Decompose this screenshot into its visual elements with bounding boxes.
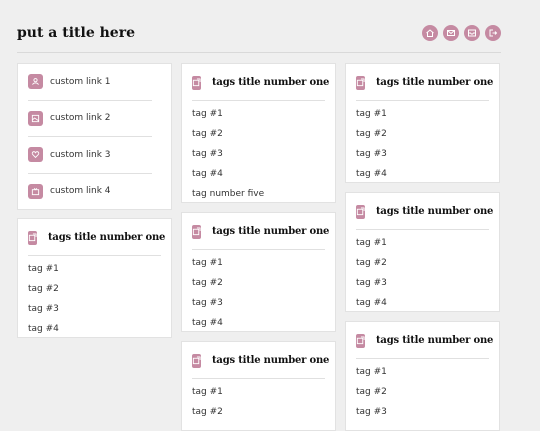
tags-title: tags title number one — [376, 335, 494, 346]
tag-item[interactable]: tag #2 — [192, 124, 325, 144]
custom-link-label: custom link 1 — [50, 76, 111, 87]
tag-item[interactable]: tag #3 — [28, 299, 161, 319]
tv-icon — [28, 183, 43, 199]
tag-item[interactable]: tag #1 — [356, 104, 489, 124]
custom-link-label: custom link 3 — [50, 149, 111, 160]
tags-title: tags title number one — [376, 206, 494, 217]
tag-list: tag #1 tag #2 tag #3 tag #4 — [356, 230, 489, 313]
tag-item[interactable]: tag #4 — [192, 313, 325, 333]
tag-item[interactable]: tag #2 — [356, 124, 489, 144]
tags-card-header: tags title number one — [356, 323, 493, 359]
tags-card-header: tags title number one — [356, 65, 493, 101]
page-header: put a title here — [17, 22, 501, 53]
tag-icon — [192, 75, 201, 90]
tags-card-header: tags title number one — [356, 194, 493, 230]
tag-icon — [356, 75, 365, 90]
logout-icon[interactable] — [485, 25, 501, 41]
header-icon-group — [422, 25, 501, 41]
tag-list: tag #1 tag #2 tag #3 tag #4 — [28, 256, 161, 339]
tags-card: tags title number one tag #1 tag #2 tag … — [345, 63, 500, 183]
tag-icon — [356, 333, 365, 348]
tag-item[interactable]: tag #1 — [356, 362, 489, 382]
tags-card-header: tags title number one — [192, 65, 329, 101]
tag-item[interactable]: tag #2 — [192, 273, 325, 293]
custom-link-label: custom link 2 — [50, 113, 111, 124]
tags-card: tags title number one tag #1 tag #2 tag … — [345, 192, 500, 312]
custom-link-3[interactable]: custom link 3 — [28, 137, 152, 174]
tag-item[interactable]: tag #4 — [356, 164, 489, 184]
tag-item[interactable]: tag #3 — [192, 144, 325, 164]
tag-item[interactable]: tag #2 — [356, 382, 489, 402]
tag-item[interactable]: tag #1 — [192, 253, 325, 273]
tags-card-header: tags title number one — [192, 343, 329, 379]
tag-item[interactable]: tag #3 — [356, 144, 489, 164]
custom-link-4[interactable]: custom link 4 — [28, 174, 152, 210]
tag-list: tag #1 tag #2 tag #3 tag #4 tag number f… — [192, 101, 325, 204]
tag-list: tag #1 tag #2 tag #3 tag #4 — [356, 101, 489, 184]
tag-list: tag #1 tag #2 tag #3 — [356, 359, 489, 422]
tags-title: tags title number one — [212, 355, 330, 366]
tags-title: tags title number one — [212, 226, 330, 237]
heart-icon — [28, 147, 43, 163]
tag-item[interactable]: tag #3 — [356, 402, 489, 422]
tag-item[interactable]: tag #4 — [356, 293, 489, 313]
tag-item[interactable]: tag #1 — [192, 104, 325, 124]
page-title: put a title here — [17, 25, 135, 41]
tag-item[interactable]: tag #1 — [192, 382, 325, 402]
inbox-icon[interactable] — [464, 25, 480, 41]
custom-link-2[interactable]: custom link 2 — [28, 101, 152, 137]
tag-icon — [356, 204, 365, 219]
tags-card: tags title number one tag #1 tag #2 tag … — [17, 218, 172, 338]
custom-link-label: custom link 4 — [50, 186, 111, 197]
tags-card-header: tags title number one — [192, 214, 329, 250]
tags-card: tags title number one tag #1 tag #2 tag … — [345, 321, 500, 431]
custom-link-1[interactable]: custom link 1 — [28, 64, 152, 101]
tag-item[interactable]: tag #2 — [28, 279, 161, 299]
tag-item[interactable]: tag number five — [192, 184, 325, 204]
tags-title: tags title number one — [212, 77, 330, 88]
tag-list: tag #1 tag #2 tag #3 tag #4 — [192, 250, 325, 333]
tags-card: tags title number one tag #1 tag #2 tag … — [181, 212, 336, 332]
tag-item[interactable]: tag #4 — [192, 164, 325, 184]
tags-title: tags title number one — [376, 77, 494, 88]
image-icon — [28, 110, 43, 126]
tags-card-header: tags title number one — [28, 220, 165, 256]
tag-item[interactable]: tag #1 — [28, 259, 161, 279]
tags-card: tags title number one tag #1 tag #2 tag … — [181, 63, 336, 203]
tag-item[interactable]: tag #2 — [192, 402, 325, 422]
tag-icon — [28, 230, 37, 245]
mail-icon[interactable] — [443, 25, 459, 41]
tag-item[interactable]: tag #3 — [356, 273, 489, 293]
tags-title: tags title number one — [48, 232, 166, 243]
tag-item[interactable]: tag #2 — [356, 253, 489, 273]
user-icon — [28, 74, 43, 90]
tag-icon — [192, 353, 201, 368]
tag-item[interactable]: tag #1 — [356, 233, 489, 253]
tag-item[interactable]: tag #3 — [192, 293, 325, 313]
tag-item[interactable]: tag #4 — [28, 319, 161, 339]
home-icon[interactable] — [422, 25, 438, 41]
tag-list: tag #1 tag #2 — [192, 379, 325, 422]
tag-icon — [192, 224, 201, 239]
custom-links-card: custom link 1 custom link 2 custom link … — [17, 63, 172, 210]
